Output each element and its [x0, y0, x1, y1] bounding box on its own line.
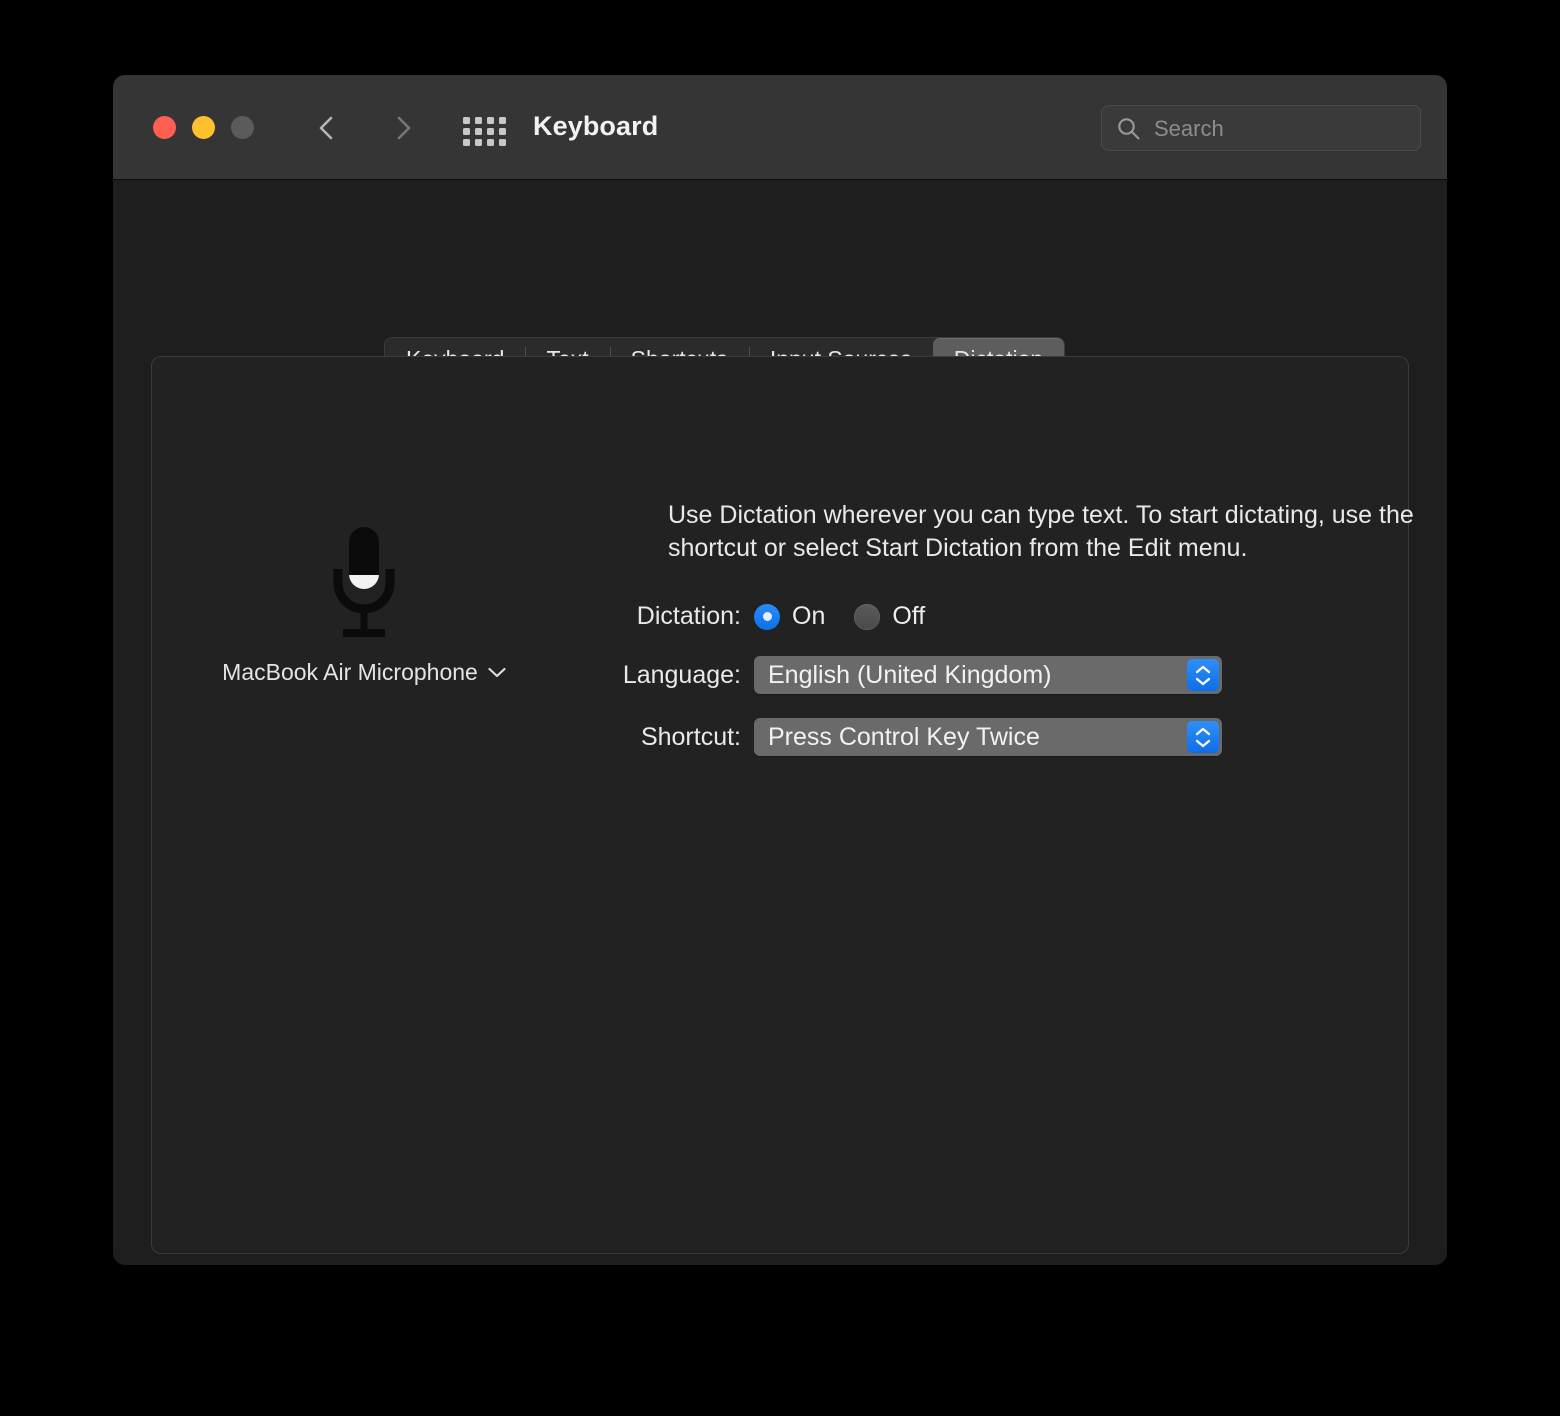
show-all-grid-icon[interactable] [463, 117, 505, 141]
chevron-up-icon [1195, 665, 1211, 674]
zoom-window-button[interactable] [231, 116, 254, 139]
chevron-down-icon [1195, 677, 1211, 686]
dictation-off-option[interactable]: Off [854, 602, 925, 631]
screen-canvas: Keyboard Keyboard Text Shortcuts Input S… [0, 0, 1560, 1416]
close-window-button[interactable] [153, 116, 176, 139]
radio-on-indicator[interactable] [754, 604, 780, 630]
dictation-on-label: On [792, 602, 825, 631]
back-button[interactable] [310, 111, 344, 145]
language-popup-button[interactable]: English (United Kingdom) [754, 656, 1222, 694]
microphone-block: MacBook Air Microphone [219, 523, 509, 686]
shortcut-label: Shortcut: [558, 723, 754, 752]
dictation-label: Dictation: [558, 602, 754, 631]
shortcut-row: Shortcut: Press Control Key Twice [558, 718, 1222, 756]
window-titlebar: Keyboard [113, 75, 1447, 180]
microphone-label: MacBook Air Microphone [222, 659, 478, 686]
language-stepper-icon[interactable] [1187, 659, 1219, 691]
shortcut-value: Press Control Key Twice [754, 723, 1040, 752]
language-value: English (United Kingdom) [754, 661, 1051, 690]
chevron-up-icon [1195, 727, 1211, 736]
radio-off-indicator[interactable] [854, 604, 880, 630]
microphone-icon [322, 523, 406, 647]
search-icon [1116, 116, 1142, 142]
window-body: Keyboard Text Shortcuts Input Sources Di… [113, 180, 1447, 1264]
dictation-row: Dictation: On Off [558, 602, 925, 631]
search-input[interactable] [1152, 106, 1414, 152]
dictation-on-option[interactable]: On [754, 602, 825, 631]
shortcut-popup-button[interactable]: Press Control Key Twice [754, 718, 1222, 756]
chevron-left-icon [310, 111, 344, 145]
forward-button[interactable] [386, 111, 420, 145]
microphone-selector[interactable]: MacBook Air Microphone [219, 659, 509, 686]
page-title: Keyboard [533, 111, 658, 142]
minimize-window-button[interactable] [192, 116, 215, 139]
shortcut-stepper-icon[interactable] [1187, 721, 1219, 753]
dictation-panel: MacBook Air Microphone Use Dictation whe… [151, 356, 1409, 1254]
chevron-down-icon [488, 667, 506, 678]
dictation-radio-group: On Off [754, 602, 925, 631]
system-preferences-window: Keyboard Keyboard Text Shortcuts Input S… [113, 75, 1447, 1265]
search-field[interactable] [1101, 105, 1421, 151]
dictation-off-label: Off [892, 602, 925, 631]
language-label: Language: [558, 661, 754, 690]
language-row: Language: English (United Kingdom) [558, 656, 1222, 694]
dictation-description: Use Dictation wherever you can type text… [668, 499, 1428, 565]
chevron-down-icon [1195, 739, 1211, 748]
chevron-right-icon [386, 111, 420, 145]
